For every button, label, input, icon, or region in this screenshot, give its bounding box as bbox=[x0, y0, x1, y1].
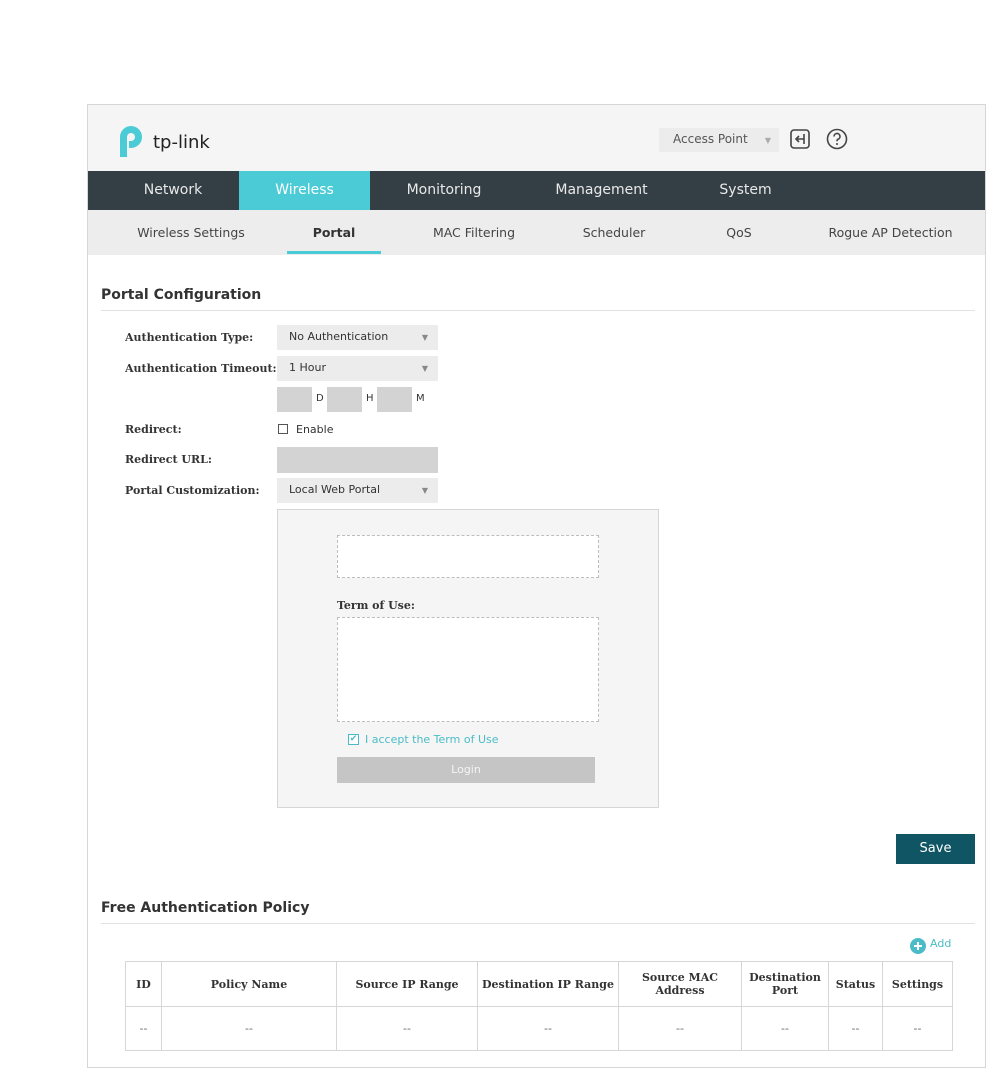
auth-type-label: Authentication Type: bbox=[125, 331, 254, 344]
col-source-mac: Source MAC Address bbox=[618, 961, 742, 1007]
redirect-url-label: Redirect URL: bbox=[125, 453, 212, 466]
customization-select[interactable]: Local Web Portal ▼ bbox=[277, 478, 438, 503]
mode-select[interactable]: Access Point ▼ bbox=[659, 128, 779, 152]
tab-rogue-ap-detection[interactable]: Rogue AP Detection bbox=[818, 210, 963, 255]
cell-policy-name: -- bbox=[161, 1006, 337, 1051]
tab-wireless-settings[interactable]: Wireless Settings bbox=[122, 210, 260, 255]
col-status: Status bbox=[828, 961, 883, 1007]
redirect-label: Redirect: bbox=[125, 423, 182, 436]
customization-value: Local Web Portal bbox=[289, 483, 381, 496]
mode-select-value: Access Point bbox=[673, 132, 748, 146]
col-policy-name: Policy Name bbox=[161, 961, 337, 1007]
terms-label: Term of Use: bbox=[337, 599, 415, 612]
preview-logo-area[interactable] bbox=[337, 535, 599, 578]
help-icon[interactable] bbox=[826, 128, 848, 150]
timeout-hours-input[interactable] bbox=[327, 387, 362, 412]
terms-textarea[interactable] bbox=[337, 617, 599, 722]
nav-monitoring[interactable]: Monitoring bbox=[394, 171, 494, 210]
nav-network[interactable]: Network bbox=[123, 171, 223, 210]
logout-icon[interactable] bbox=[789, 128, 811, 150]
tp-link-logo: tp-link bbox=[114, 123, 244, 163]
timeout-minutes-input[interactable] bbox=[377, 387, 412, 412]
auth-timeout-value: 1 Hour bbox=[289, 361, 326, 374]
auth-type-select[interactable]: No Authentication ▼ bbox=[277, 325, 438, 350]
tab-scheduler[interactable]: Scheduler bbox=[568, 210, 660, 255]
main-nav: Network Wireless Monitoring Management S… bbox=[88, 171, 985, 210]
chevron-down-icon: ▼ bbox=[764, 136, 771, 145]
timeout-days-input[interactable] bbox=[277, 387, 312, 412]
unit-days: D bbox=[316, 393, 324, 404]
app-frame: tp-link Access Point ▼ Network Wireless … bbox=[87, 104, 986, 1068]
redirect-enable-label: Enable bbox=[296, 423, 334, 436]
policy-table: ID Policy Name Source IP Range Destinati… bbox=[125, 961, 953, 1051]
chevron-down-icon: ▼ bbox=[421, 364, 428, 373]
chevron-down-icon: ▼ bbox=[421, 486, 428, 495]
divider bbox=[101, 923, 975, 924]
add-icon[interactable] bbox=[910, 938, 926, 954]
customization-label: Portal Customization: bbox=[125, 484, 260, 497]
redirect-enable-checkbox[interactable] bbox=[278, 424, 288, 434]
chevron-down-icon: ▼ bbox=[421, 333, 428, 342]
portal-preview: Term of Use: ✔ I accept the Term of Use … bbox=[277, 509, 659, 808]
accept-terms-label: I accept the Term of Use bbox=[365, 733, 499, 746]
auth-type-value: No Authentication bbox=[289, 330, 389, 343]
unit-hours: H bbox=[366, 393, 374, 404]
tab-qos[interactable]: QoS bbox=[714, 210, 764, 255]
cell-id: -- bbox=[125, 1006, 162, 1051]
auth-timeout-select[interactable]: 1 Hour ▼ bbox=[277, 356, 438, 381]
nav-wireless[interactable]: Wireless bbox=[239, 171, 370, 210]
cell-source-ip: -- bbox=[336, 1006, 478, 1051]
section-title-policy: Free Authentication Policy bbox=[101, 900, 310, 916]
col-id: ID bbox=[125, 961, 162, 1007]
redirect-url-input[interactable] bbox=[277, 447, 438, 473]
divider bbox=[101, 310, 975, 311]
add-policy-link[interactable]: Add bbox=[930, 937, 951, 950]
tp-link-logo-icon bbox=[120, 126, 142, 157]
table-header-row: ID Policy Name Source IP Range Destinati… bbox=[125, 961, 953, 1007]
login-button[interactable]: Login bbox=[337, 757, 595, 783]
section-title-portal: Portal Configuration bbox=[101, 287, 262, 303]
cell-settings: -- bbox=[882, 1006, 953, 1051]
unit-minutes: M bbox=[416, 393, 425, 404]
nav-management[interactable]: Management bbox=[539, 171, 664, 210]
tab-portal[interactable]: Portal bbox=[287, 210, 381, 255]
cell-source-mac: -- bbox=[618, 1006, 742, 1051]
col-destination-port: Destination Port bbox=[741, 961, 829, 1007]
sub-nav: Wireless Settings Portal MAC Filtering S… bbox=[88, 210, 985, 255]
col-settings: Settings bbox=[882, 961, 953, 1007]
auth-timeout-label: Authentication Timeout: bbox=[125, 362, 277, 375]
brand-name: tp-link bbox=[153, 132, 210, 153]
cell-destination-ip: -- bbox=[477, 1006, 619, 1051]
top-bar: tp-link Access Point ▼ bbox=[88, 105, 985, 171]
accept-checkbox[interactable]: ✔ bbox=[348, 734, 359, 745]
cell-status: -- bbox=[828, 1006, 883, 1051]
col-destination-ip-range: Destination IP Range bbox=[477, 961, 619, 1007]
tab-mac-filtering[interactable]: MAC Filtering bbox=[418, 210, 530, 255]
save-button[interactable]: Save bbox=[896, 834, 975, 864]
active-tab-indicator bbox=[287, 251, 381, 254]
cell-destination-port: -- bbox=[741, 1006, 829, 1051]
col-source-ip-range: Source IP Range bbox=[336, 961, 478, 1007]
nav-system[interactable]: System bbox=[698, 171, 793, 210]
table-row: -- -- -- -- -- -- -- -- bbox=[125, 1006, 953, 1051]
